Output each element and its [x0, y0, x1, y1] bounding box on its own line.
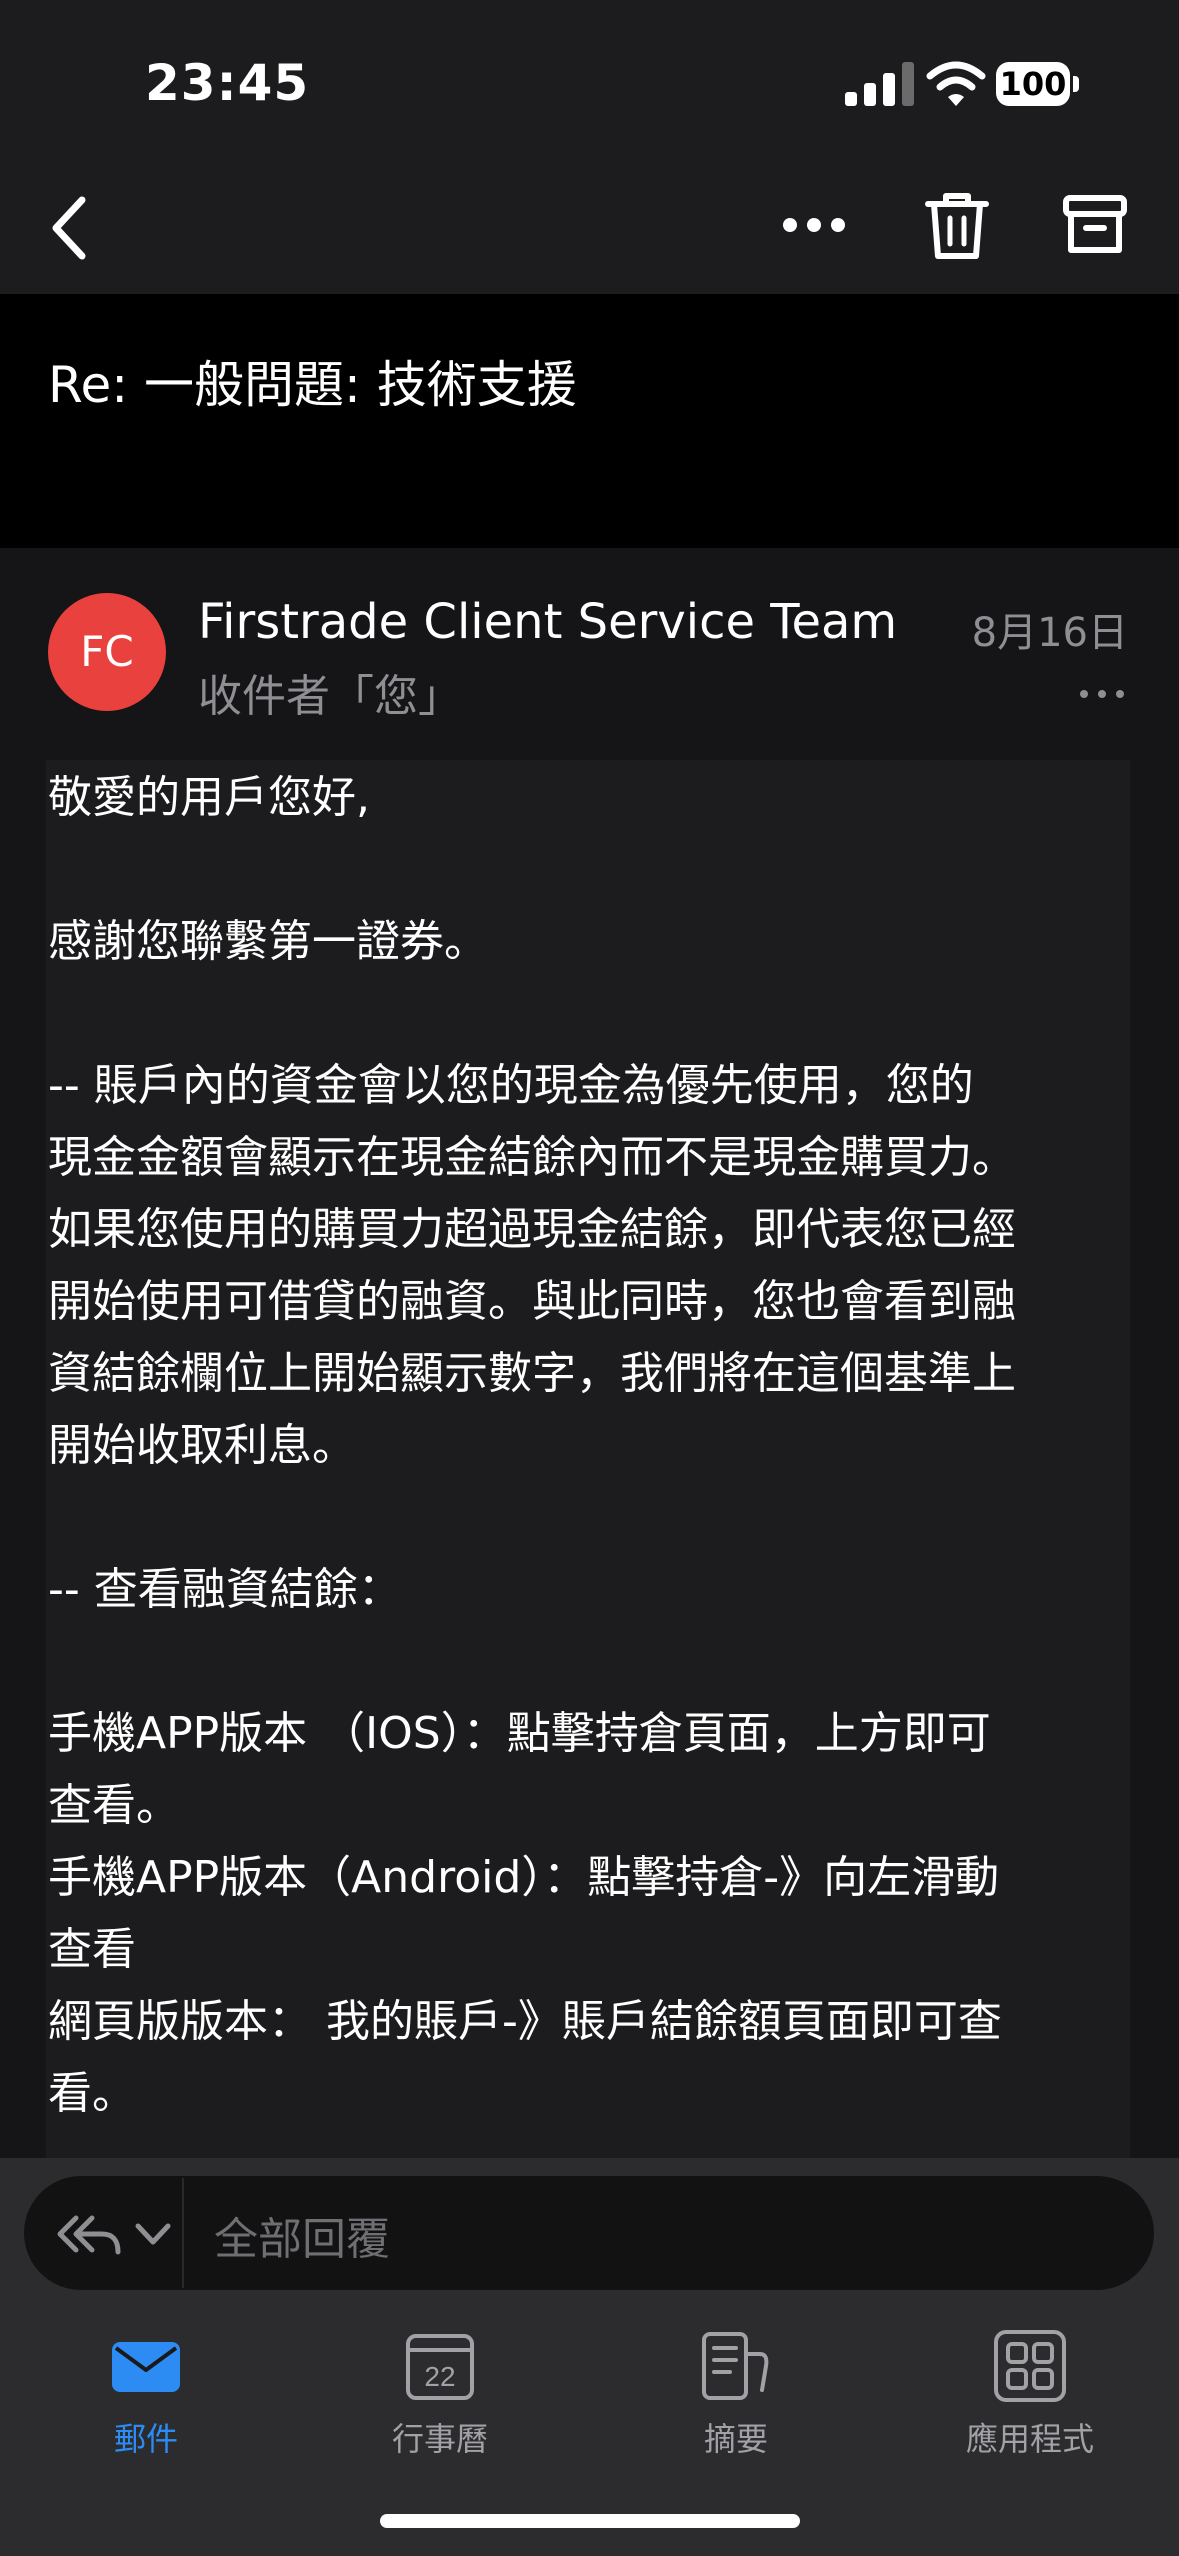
- reply-divider: [182, 2178, 184, 2288]
- reply-bar[interactable]: [24, 2176, 1154, 2290]
- calendar-day: 22: [424, 2361, 455, 2392]
- tab-mail[interactable]: 郵件: [46, 2318, 246, 2458]
- tab-label: 應用程式: [965, 2420, 1094, 2458]
- reply-input[interactable]: 全部回覆: [214, 2203, 390, 2267]
- avatar-initials: FC: [80, 627, 134, 676]
- message-more-icon[interactable]: [1078, 682, 1126, 706]
- tab-apps[interactable]: 應用程式: [930, 2318, 1130, 2458]
- back-icon[interactable]: [40, 186, 100, 270]
- apps-icon: [994, 2330, 1066, 2402]
- sender-name[interactable]: Firstrade Client Service Team: [198, 594, 897, 650]
- more-icon[interactable]: [778, 195, 850, 255]
- signal-icon: [845, 62, 914, 106]
- status-time: 23:45: [145, 54, 310, 112]
- archive-icon[interactable]: [1062, 192, 1128, 258]
- battery-indicator: 100: [996, 62, 1080, 108]
- calendar-icon: 22: [406, 2334, 474, 2400]
- mail-icon: [112, 2342, 180, 2392]
- tab-label: 行事曆: [391, 2420, 488, 2458]
- tab-label: 郵件: [113, 2420, 178, 2458]
- wifi-icon: [926, 61, 986, 106]
- home-indicator[interactable]: [380, 2514, 800, 2528]
- tab-feed[interactable]: 摘要: [636, 2318, 836, 2458]
- email-date: 8月16日: [971, 610, 1128, 656]
- subject-header: [0, 294, 1179, 548]
- tab-label: 摘要: [703, 2420, 768, 2458]
- avatar[interactable]: FC: [48, 593, 166, 711]
- email-subject: Re: 一般問題: 技術支援: [48, 356, 577, 414]
- recipient-label: 收件者「您」: [198, 671, 462, 722]
- message-body: 敬愛的用戶您好, 感謝您聯繫第一證券。 -- 賬戶內的資金會以您的現金為優先使用…: [48, 772, 1016, 2119]
- feed-icon: [702, 2332, 769, 2400]
- trash-icon[interactable]: [924, 190, 990, 262]
- reply-all-icon[interactable]: [54, 2208, 124, 2260]
- tab-calendar[interactable]: 22 行事曆: [340, 2318, 540, 2458]
- battery-level: 100: [999, 65, 1067, 103]
- chevron-down-icon[interactable]: [132, 2216, 174, 2252]
